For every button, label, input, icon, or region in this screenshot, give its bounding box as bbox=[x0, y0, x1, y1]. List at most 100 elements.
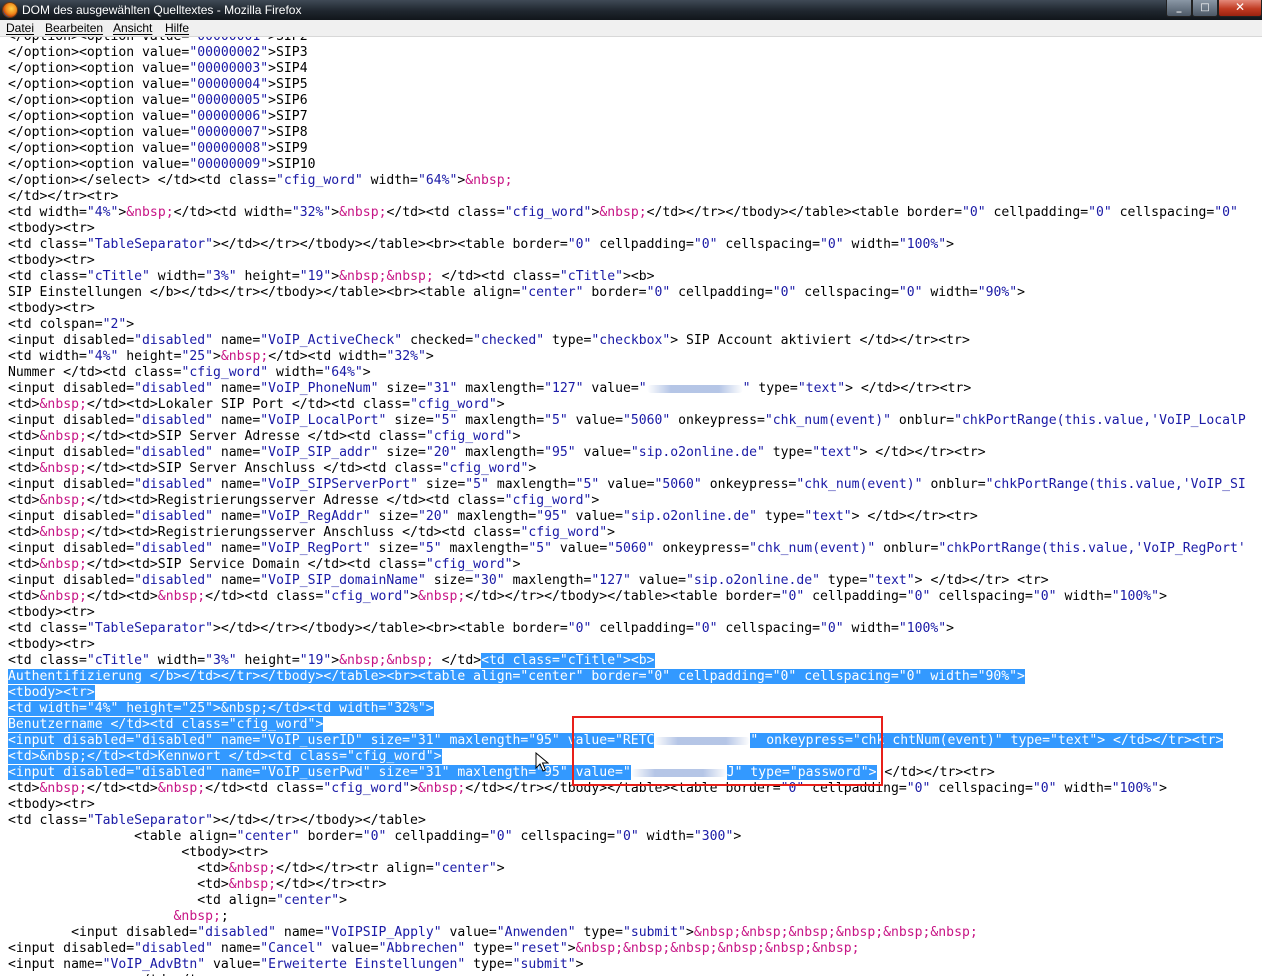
source-token: <input disabled= bbox=[8, 413, 135, 428]
maximize-button[interactable]: □ bbox=[1192, 0, 1218, 17]
source-token: "100%" bbox=[898, 237, 947, 252]
source-token: > bbox=[567, 941, 576, 956]
source-token: <input disabled="disabled" name="VoIP_us… bbox=[8, 733, 655, 748]
source-line: <input disabled="disabled" name="VoIP_SI… bbox=[8, 445, 1246, 461]
source-token: value= bbox=[583, 381, 639, 396]
menu-item-datei[interactable]: Datei bbox=[6, 20, 34, 37]
source-token: > </td></tr><tr> bbox=[859, 445, 986, 460]
source-token: "00000003" bbox=[189, 61, 269, 76]
source-token: onkeypress= bbox=[670, 413, 765, 428]
source-token: cellspacing= bbox=[1111, 205, 1215, 220]
source-token: > bbox=[591, 493, 600, 508]
source-token: <input disabled= bbox=[8, 381, 135, 396]
source-token: > bbox=[686, 925, 694, 940]
source-token: "text" bbox=[812, 445, 860, 460]
source-token: "5060" bbox=[654, 477, 702, 492]
source-token: > bbox=[331, 205, 340, 220]
source-token: name= bbox=[212, 541, 261, 556]
source-token: &nbsp; bbox=[39, 557, 87, 572]
source-token: > bbox=[946, 237, 955, 252]
source-line: <tbody><tr> bbox=[8, 605, 1246, 621]
source-token: "5060" bbox=[607, 541, 655, 556]
source-line: &nbsp;; bbox=[8, 909, 1246, 925]
source-token: > bbox=[1159, 781, 1167, 796]
source-token: cellspacing= bbox=[717, 621, 821, 636]
source-token: width= bbox=[149, 269, 206, 284]
source-token: </td><td class= bbox=[205, 589, 324, 604]
source-token: "0" bbox=[906, 589, 931, 604]
source-token: cellspacing= bbox=[717, 237, 821, 252]
source-line: <td>&nbsp;</td><td>SIP Server Adresse </… bbox=[8, 429, 1246, 445]
source-token: "VoIP_RegPort" bbox=[260, 541, 371, 556]
source-token: </td><td>Registrierungsserver Adresse </… bbox=[86, 493, 505, 508]
source-token: "VoIP_SIP_addr" bbox=[260, 445, 379, 460]
source-token: > bbox=[496, 861, 505, 876]
source-token: "disabled" bbox=[134, 413, 213, 428]
source-token: "TableSeparator" bbox=[86, 621, 213, 636]
source-token: "cfig_word" bbox=[181, 365, 269, 380]
source-token: "cTitle" bbox=[559, 269, 623, 284]
source-token: > bbox=[512, 557, 521, 572]
source-token: <td class="cTitle"><b> bbox=[481, 653, 655, 668]
source-line: <input disabled="disabled" name="Cancel"… bbox=[8, 941, 1246, 957]
source-token: > bbox=[607, 525, 616, 540]
source-token: &nbsp; bbox=[465, 173, 513, 188]
source-token: > </td></tr> <tr> bbox=[914, 573, 1049, 588]
source-token: "0" bbox=[820, 237, 844, 252]
source-line: </option><option value="00000001">SIP2 bbox=[8, 37, 1246, 45]
source-token: maxlength= bbox=[449, 509, 537, 524]
source-token: &nbsp; bbox=[39, 493, 87, 508]
source-token: cellpadding= bbox=[670, 285, 773, 300]
window-controls: _ □ ✕ bbox=[1166, 0, 1262, 18]
source-token: maxlength= bbox=[488, 477, 576, 492]
source-token: "4%" bbox=[86, 205, 119, 220]
source-token: type= bbox=[465, 941, 513, 956]
source-token: cellspacing= bbox=[930, 781, 1033, 796]
source-token: "cfig_word" bbox=[504, 205, 592, 220]
source-token: "5" bbox=[465, 477, 489, 492]
source-token: > bbox=[1017, 285, 1025, 300]
source-line: </option><option value="00000006">SIP7 bbox=[8, 109, 1246, 125]
source-line: <input name="VoIP_AdvBtn" value="Erweite… bbox=[8, 957, 1246, 973]
source-line: <td class="TableSeparator"></td></tr></t… bbox=[8, 813, 1246, 829]
source-token: "0" bbox=[693, 237, 718, 252]
window-titlebar[interactable]: DOM des ausgewählten Quelltextes - Mozil… bbox=[0, 0, 1262, 20]
source-token: "Cancel" bbox=[260, 941, 324, 956]
minimize-button[interactable]: _ bbox=[1166, 0, 1192, 17]
source-token: "64%" bbox=[417, 173, 458, 188]
menu-item-hilfe[interactable]: Hilfe bbox=[165, 20, 189, 37]
source-token: </td><td class= bbox=[386, 205, 505, 220]
source-token: "VoIP_PhoneNum" bbox=[260, 381, 379, 396]
source-token: type= bbox=[820, 573, 868, 588]
source-token: value= bbox=[599, 477, 655, 492]
source-token: "cfig_word" bbox=[425, 557, 513, 572]
source-token: "disabled" bbox=[134, 509, 213, 524]
source-token: "5" bbox=[575, 477, 600, 492]
source-token: name= bbox=[276, 925, 324, 940]
source-line: </option><option value="00000005">SIP6 bbox=[8, 93, 1246, 109]
source-token: "center" bbox=[433, 861, 497, 876]
source-token: "center" bbox=[236, 829, 300, 844]
source-token: </td><td>Lokaler SIP Port </td><td class… bbox=[86, 397, 411, 412]
source-token: </option><option value= bbox=[8, 93, 190, 108]
menu-item-bearbeiten[interactable]: Bearbeiten bbox=[45, 20, 103, 37]
source-token: "32%" bbox=[291, 205, 332, 220]
source-token: <input disabled= bbox=[8, 573, 135, 588]
source-token: value= bbox=[575, 445, 631, 460]
source-token: onblur= bbox=[891, 413, 955, 428]
source-token: Benutzername </td><td class="cfig_word"> bbox=[8, 717, 324, 732]
close-button[interactable]: ✕ bbox=[1218, 0, 1262, 17]
source-token: "0" bbox=[567, 237, 592, 252]
source-token: "4%" bbox=[86, 349, 119, 364]
source-token: "0" bbox=[646, 285, 671, 300]
source-token: "submit" bbox=[512, 957, 576, 972]
source-token: </td> bbox=[433, 653, 482, 668]
menu-item-ansicht[interactable]: Ansicht bbox=[113, 20, 152, 37]
source-token: "VoIP_SIP_domainName" bbox=[260, 573, 426, 588]
source-token: <tbody><tr> bbox=[8, 301, 95, 316]
source-token: "cfig_word" bbox=[323, 781, 411, 796]
source-token: &nbsp; bbox=[220, 349, 269, 364]
source-token: > bbox=[339, 893, 347, 908]
source-token: "3%" bbox=[205, 653, 237, 668]
source-view[interactable]: </option><option value="00000001">SIP2 </… bbox=[0, 37, 1262, 976]
